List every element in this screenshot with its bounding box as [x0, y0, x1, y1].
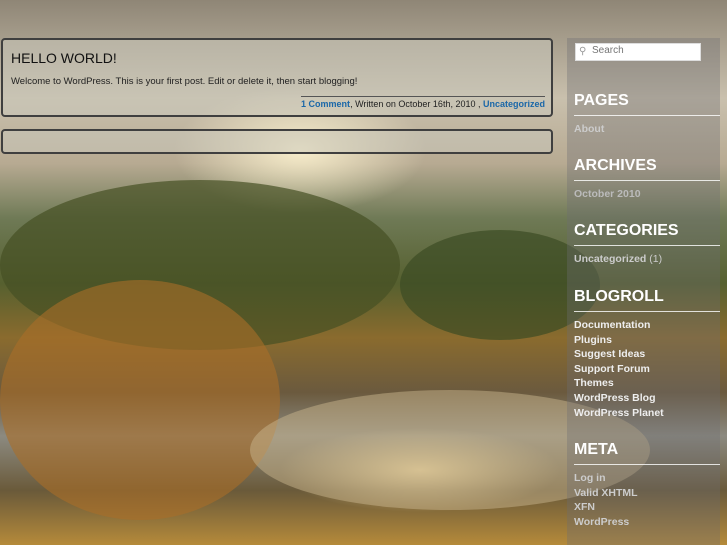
meta-link-login[interactable]: Log in: [574, 471, 714, 486]
blogroll-link[interactable]: WordPress Blog: [574, 391, 714, 406]
meta-heading: META: [574, 441, 720, 465]
search-box[interactable]: ⚲: [575, 43, 701, 61]
post-title[interactable]: HELLO WORLD!: [11, 50, 117, 66]
post-body: Welcome to WordPress. This is your first…: [11, 76, 358, 87]
search-icon: ⚲: [579, 46, 587, 57]
background-grass: [0, 280, 280, 520]
category-link[interactable]: Uncategorized: [483, 99, 545, 109]
blogroll-link[interactable]: Plugins: [574, 333, 714, 348]
empty-post-box: [1, 129, 553, 154]
archives-heading: ARCHIVES: [574, 157, 720, 181]
categories-heading: CATEGORIES: [574, 222, 720, 246]
blogroll-heading: BLOGROLL: [574, 288, 720, 312]
archive-link-october-2010[interactable]: October 2010: [574, 187, 714, 202]
blogroll-link[interactable]: Suggest Ideas: [574, 347, 714, 362]
post-meta: 1 Comment, Written on October 16th, 2010…: [301, 96, 545, 109]
categories-list: Uncategorized (1): [574, 252, 714, 267]
meta-link-xfn[interactable]: XFN: [574, 500, 714, 515]
page-link-about[interactable]: About: [574, 122, 714, 137]
archives-list: October 2010: [574, 187, 714, 202]
blogroll-list: Documentation Plugins Suggest Ideas Supp…: [574, 318, 714, 420]
post-hello-world: HELLO WORLD! Welcome to WordPress. This …: [1, 38, 553, 117]
meta-link-xhtml[interactable]: Valid XHTML: [574, 486, 714, 501]
sidebar: ⚲ PAGES About ARCHIVES October 2010 CATE…: [567, 38, 720, 545]
post-date: , Written on October 16th, 2010 ,: [350, 99, 483, 109]
blogroll-link[interactable]: Themes: [574, 376, 714, 391]
meta-list: Log in Valid XHTML XFN WordPress: [574, 471, 714, 529]
blogroll-link[interactable]: Documentation: [574, 318, 714, 333]
search-input[interactable]: [592, 45, 692, 56]
pages-heading: PAGES: [574, 92, 720, 116]
category-link-uncategorized[interactable]: Uncategorized: [574, 253, 646, 265]
blogroll-link[interactable]: Support Forum: [574, 362, 714, 377]
blogroll-link[interactable]: WordPress Planet: [574, 406, 714, 421]
pages-list: About: [574, 122, 714, 137]
meta-link-wordpress[interactable]: WordPress: [574, 515, 714, 530]
category-count: (1): [649, 253, 663, 265]
comments-link[interactable]: 1 Comment: [301, 99, 350, 109]
